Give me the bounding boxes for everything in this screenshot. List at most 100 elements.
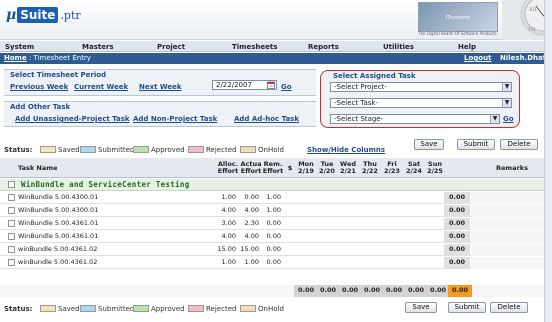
rem-effort: 1.00 — [266, 206, 281, 214]
calendar-icon[interactable] — [267, 81, 275, 89]
menu-utilities[interactable]: Utilities — [383, 43, 414, 51]
alloc-effort-header: Alloc. Effort — [217, 160, 239, 175]
current-week-link[interactable]: Current Week — [74, 83, 128, 91]
save-button[interactable]: Save — [414, 139, 444, 150]
alloc-effort: 15.00 — [217, 245, 236, 253]
menu-project[interactable]: Project — [157, 43, 185, 51]
row-checkbox[interactable] — [8, 220, 15, 227]
task-name-header: Task Name — [18, 164, 58, 172]
billable-header: $ — [287, 164, 293, 172]
alloc-effort: 4.00 — [221, 206, 236, 214]
table-row: winBundle 5.00.4361.02 15.00 15.00 0.00 … — [0, 244, 552, 256]
submit-button[interactable]: Submit — [457, 139, 495, 150]
vertical-scrollbar[interactable] — [544, 0, 552, 322]
period-go-link[interactable]: Go — [281, 83, 292, 91]
approved-legend: Approved — [151, 146, 185, 154]
total-wed: 0.00 — [338, 285, 362, 297]
day-header-wed: Wed 2/21 — [339, 161, 357, 175]
onhold-legend: OnHold — [258, 146, 284, 154]
row-checkbox[interactable] — [8, 194, 15, 201]
table-row: WinBundle 5.00.4300.01 4.00 4.00 1.00 0.… — [0, 205, 552, 217]
add-non-project-task-link[interactable]: Add Non-Project Task — [133, 115, 217, 123]
assigned-go-link[interactable]: Go — [503, 115, 514, 123]
day-mon-date: 2/19 — [298, 167, 314, 175]
submitted-swatch — [80, 146, 96, 153]
save-button-bottom[interactable]: Save — [405, 302, 437, 313]
task-name: WinBundle 5.00.4361.01 — [18, 219, 99, 227]
alloc-effort: 3.00 — [221, 219, 236, 227]
actual-effort: 4.00 — [244, 232, 259, 240]
actual-effort-header: Actua Effort — [240, 160, 262, 175]
delete-button-bottom[interactable]: Delete — [490, 302, 528, 313]
row-checkbox[interactable] — [8, 207, 15, 214]
submit-button-bottom[interactable]: Submit — [448, 302, 486, 313]
remarks-cell[interactable] — [471, 218, 552, 230]
remarks-cell[interactable] — [471, 257, 552, 269]
day-thu-date: 2/22 — [362, 167, 378, 175]
select-stage-value: -Select Stage- — [334, 115, 384, 123]
day-sun-date: 2/25 — [427, 167, 443, 175]
period-title: Select Timesheet Period — [10, 71, 107, 79]
status-label: Status: — [4, 146, 33, 154]
chevron-down-icon: ▼ — [502, 83, 511, 91]
svg-text:VII: VII — [527, 27, 536, 33]
logo-ptr: .ptr — [60, 9, 81, 22]
rejected-legend: Rejected — [206, 146, 237, 154]
select-task-value: -Select Task- — [334, 99, 378, 107]
app-header: µ Suite .ptr ITsystems The Digital Realm O… — [0, 0, 552, 40]
rem-effort: 0.00 — [266, 219, 281, 227]
rem-effort: 0.00 — [266, 245, 281, 253]
chevron-down-icon: ▼ — [490, 115, 499, 123]
select-task-dropdown[interactable]: -Select Task- ▼ — [330, 98, 512, 108]
alloc-effort: 1.00 — [221, 193, 236, 201]
actual-effort: 0.00 — [244, 193, 259, 201]
menu-masters[interactable]: Masters — [82, 43, 114, 51]
task-name: WinBundle 5.00.4300.01 — [18, 206, 99, 214]
breadcrumb-home-link[interactable]: Home — [4, 54, 27, 62]
day-wed-date: 2/21 — [340, 167, 356, 175]
menu-help[interactable]: Help — [458, 43, 476, 51]
group-checkbox[interactable] — [8, 181, 15, 188]
saved-swatch — [40, 146, 56, 153]
actual-effort: 4.00 — [244, 206, 259, 214]
remarks-cell[interactable] — [471, 244, 552, 256]
menu-system[interactable]: System — [5, 43, 34, 51]
saved-legend: Saved — [58, 305, 80, 313]
table-row: winBundle 5.00.4361.02 1.00 1.00 0.00 0.… — [0, 257, 552, 269]
onhold-legend: OnHold — [258, 305, 284, 313]
add-unassigned-project-task-link[interactable]: Add Unassigned-Project Task — [15, 115, 130, 123]
row-checkbox[interactable] — [8, 259, 15, 266]
row-checkbox[interactable] — [8, 246, 15, 253]
select-stage-dropdown[interactable]: -Select Stage- ▼ — [330, 114, 500, 124]
menu-reports[interactable]: Reports — [308, 43, 339, 51]
remarks-cell[interactable] — [471, 192, 552, 204]
rejected-swatch — [188, 305, 204, 312]
day-header-mon: Mon 2/19 — [297, 161, 315, 175]
remarks-header: Remarks — [496, 164, 528, 172]
task-name: WinBundle 5.00.4361.01 — [18, 232, 99, 240]
approved-legend: Approved — [151, 305, 185, 313]
menu-timesheets[interactable]: Timesheets — [232, 43, 277, 51]
timesheet-table-header: Task Name Alloc. Effort Actua Effort Rem… — [0, 158, 552, 178]
approved-swatch — [133, 146, 149, 153]
row-total: 0.00 — [444, 205, 470, 217]
select-project-dropdown[interactable]: -Select Project- ▼ — [330, 82, 512, 92]
submitted-legend: Submitted — [98, 146, 135, 154]
total-tue: 0.00 — [316, 285, 340, 297]
rem-effort: 0.00 — [266, 232, 281, 240]
row-total: 0.00 — [444, 218, 470, 230]
show-hide-columns-link[interactable]: Show/Hide Columns — [307, 146, 385, 154]
previous-week-link[interactable]: Previous Week — [10, 83, 68, 91]
grand-total: 0.00 — [448, 285, 472, 297]
add-adhoc-task-link[interactable]: Add Ad-hoc Task — [234, 115, 299, 123]
remarks-cell[interactable] — [471, 205, 552, 217]
next-week-link[interactable]: Next Week — [139, 83, 182, 91]
logo-mu: µ — [6, 7, 17, 23]
row-checkbox[interactable] — [8, 233, 15, 240]
select-project-value: -Select Project- — [334, 83, 387, 91]
saved-swatch — [40, 305, 56, 312]
delete-button[interactable]: Delete — [500, 139, 538, 150]
remarks-cell[interactable] — [471, 231, 552, 243]
logout-link[interactable]: Logout — [464, 54, 491, 62]
actual-effort: 15.00 — [240, 245, 259, 253]
